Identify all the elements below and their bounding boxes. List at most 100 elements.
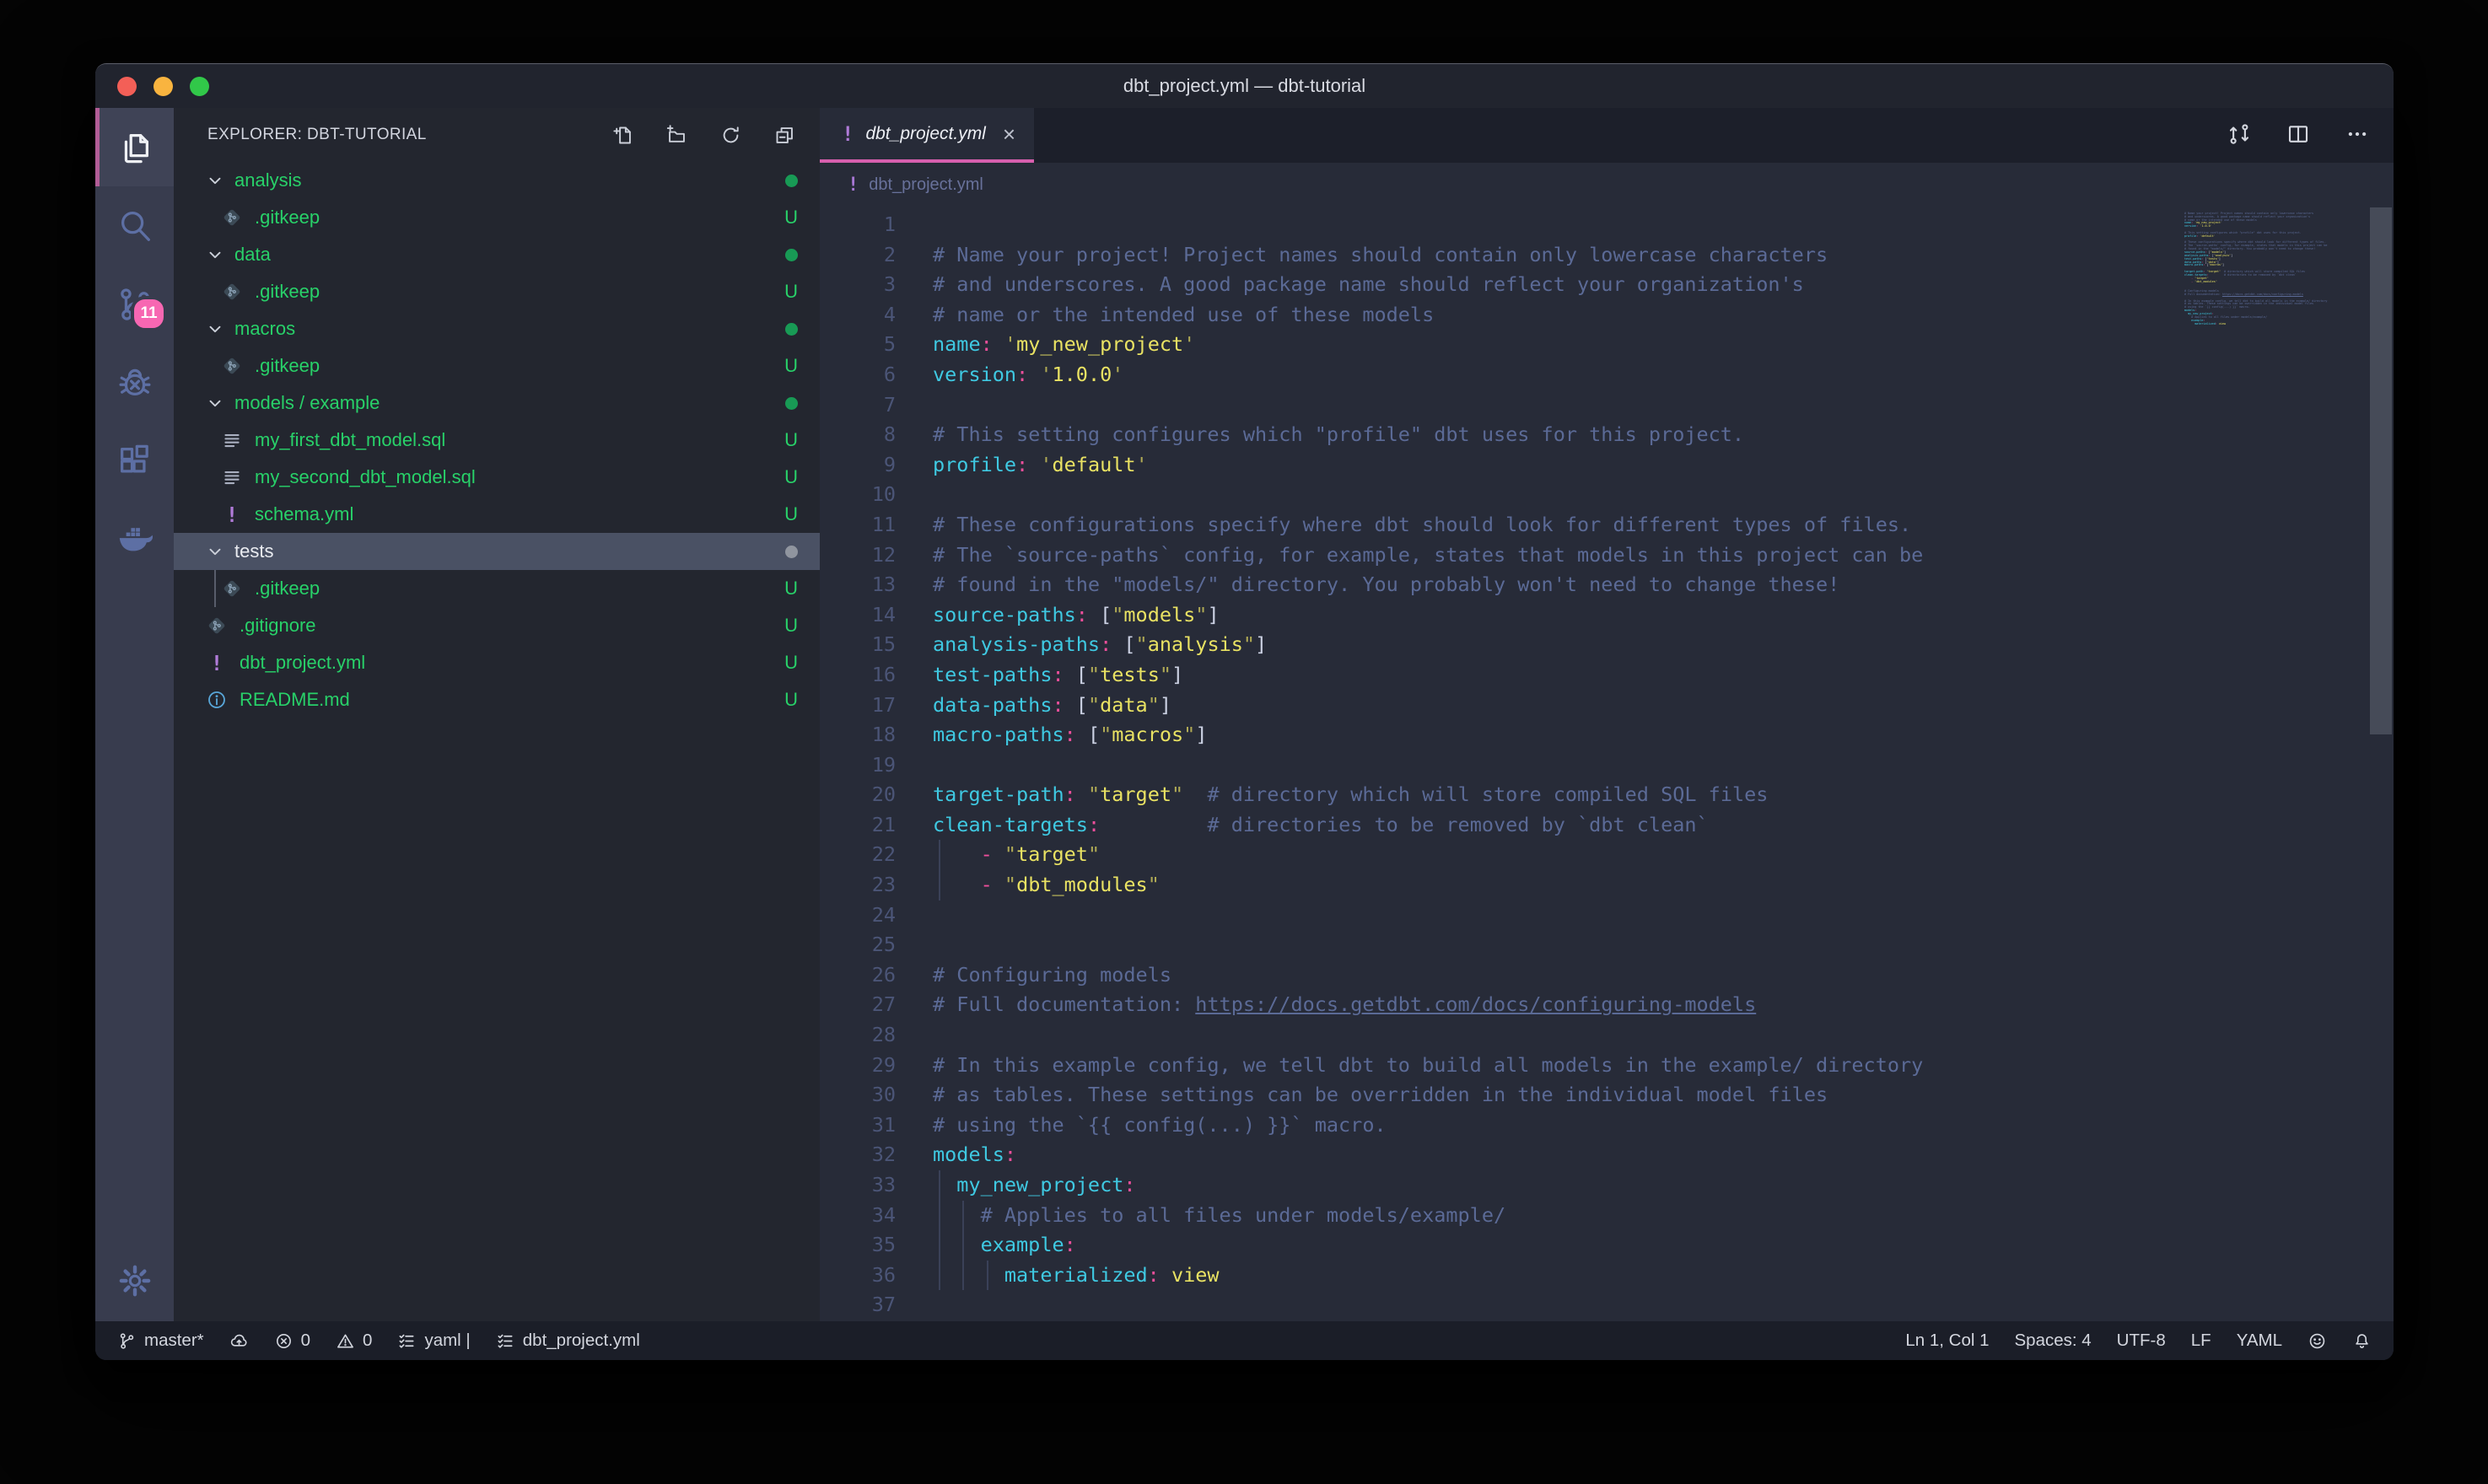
explorer-header: EXPLORER: DBT-TUTORIAL (174, 108, 820, 162)
code-line (933, 1020, 2394, 1051)
refresh-button[interactable] (719, 124, 742, 147)
status-yaml-schema[interactable]: yaml | (397, 1331, 470, 1351)
status-encoding[interactable]: UTF-8 (2117, 1331, 2166, 1351)
status-git-branch-status[interactable]: master* (117, 1331, 204, 1351)
activity-item-explorer[interactable] (95, 108, 174, 186)
close-window-button[interactable] (117, 77, 137, 96)
line-number: 2 (820, 240, 933, 271)
code-line: name: 'my_new_project' (933, 330, 2394, 360)
status-warnings[interactable]: 0 (336, 1331, 372, 1351)
tree-file--gitkeep[interactable]: .gitkeepU (174, 570, 820, 607)
untracked-badge: U (784, 355, 798, 377)
line-number: 15 (820, 630, 933, 660)
untracked-badge: U (784, 578, 798, 600)
new-folder-button[interactable] (665, 124, 688, 147)
status-indentation[interactable]: Spaces: 4 (2015, 1331, 2092, 1351)
line-number: 35 (820, 1230, 933, 1261)
status-label: 0 (301, 1331, 310, 1351)
code-content[interactable]: # Name your project! Project names shoul… (933, 207, 2394, 1321)
activity-item-docker[interactable] (95, 500, 174, 578)
status-label: LF (2191, 1331, 2211, 1351)
open-changes-button[interactable] (2227, 121, 2252, 147)
status-yaml-file[interactable]: dbt_project.yml (496, 1331, 640, 1351)
activity-item-debug[interactable] (95, 343, 174, 422)
code-line (933, 390, 2394, 421)
line-number: 5 (820, 330, 933, 360)
tree-item-label: schema.yml (255, 503, 353, 525)
zoom-window-button[interactable] (190, 77, 209, 96)
tree-file--gitkeep[interactable]: .gitkeepU (174, 347, 820, 384)
title-bar[interactable]: dbt_project.yml — dbt-tutorial (95, 64, 2394, 108)
file-tree: analysis.gitkeepUdata.gitkeepUmacros.git… (174, 162, 820, 1321)
more-icon (2345, 121, 2370, 147)
line-number: 10 (820, 480, 933, 510)
tree-item-label: README.md (240, 689, 350, 711)
status-errors[interactable]: 0 (274, 1331, 310, 1351)
line-number: 37 (820, 1290, 933, 1320)
status-notifications[interactable] (2352, 1331, 2372, 1351)
line-number: 19 (820, 750, 933, 781)
refresh-icon (719, 124, 742, 147)
tree-item-label: tests (234, 540, 273, 562)
line-number: 23 (820, 870, 933, 901)
vertical-scrollbar-thumb[interactable] (2370, 207, 2392, 734)
activity-item-search[interactable] (95, 186, 174, 265)
status-sync-status[interactable] (229, 1331, 249, 1351)
tree-file-schema-yml[interactable]: !schema.ymlU (174, 496, 820, 533)
split-editor-button[interactable] (2286, 121, 2311, 147)
tree-folder-macros[interactable]: macros (174, 310, 820, 347)
settings-gear-button[interactable] (95, 1262, 174, 1299)
tree-item-label: dbt_project.yml (240, 652, 365, 674)
checklist-icon (496, 1331, 515, 1351)
code-editor[interactable]: 1234567891011121314151617181920212223242… (820, 207, 2394, 1321)
code-line: example: (933, 1230, 2394, 1261)
activity-item-source-control[interactable]: 11 (95, 265, 174, 343)
close-tab-icon[interactable]: × (1003, 123, 1015, 145)
open-changes-icon (2227, 121, 2252, 147)
line-number: 4 (820, 300, 933, 331)
new-file-button[interactable] (611, 124, 634, 147)
minimap[interactable]: # Name your project! Project names shoul… (2184, 209, 2335, 329)
breadcrumb[interactable]: ! dbt_project.yml (820, 163, 2394, 207)
tree-folder-data[interactable]: data (174, 236, 820, 273)
modified-dot-badge (785, 546, 798, 558)
line-number: 6 (820, 360, 933, 390)
tree-folder-analysis[interactable]: analysis (174, 162, 820, 199)
tree-item-label: .gitignore (240, 615, 316, 637)
code-line: # These configurations specify where dbt… (933, 510, 2394, 540)
tree-file--gitkeep[interactable]: .gitkeepU (174, 199, 820, 236)
line-number: 31 (820, 1110, 933, 1141)
status-eol[interactable]: LF (2191, 1331, 2211, 1351)
tree-folder-tests[interactable]: tests (174, 533, 820, 570)
collapse-all-button[interactable] (773, 124, 796, 147)
code-line: # name or the intended use of these mode… (933, 300, 2394, 331)
untracked-badge: U (784, 281, 798, 303)
chevron-down-icon (206, 320, 224, 338)
tree-file-my-first-dbt-model-sql[interactable]: my_first_dbt_model.sqlU (174, 422, 820, 459)
more-actions-button[interactable] (2345, 121, 2370, 147)
tree-file-readme-md[interactable]: README.mdU (174, 681, 820, 718)
tree-folder-models-example[interactable]: models / example (174, 384, 820, 422)
tree-file--gitignore[interactable]: .gitignore U (174, 607, 820, 644)
status-cursor-position[interactable]: Ln 1, Col 1 (1905, 1331, 1989, 1351)
status-feedback[interactable] (2308, 1331, 2327, 1351)
tree-file--gitkeep[interactable]: .gitkeep U (174, 273, 820, 310)
tab-dbt-project-yml[interactable]: ! dbt_project.yml × (820, 108, 1034, 163)
tree-file-dbt-project-yml[interactable]: !dbt_project.ymlU (174, 644, 820, 681)
untracked-badge: U (784, 615, 798, 637)
git-file-icon (221, 578, 243, 600)
breadcrumb-file[interactable]: dbt_project.yml (869, 175, 983, 195)
activity-item-extensions[interactable] (95, 422, 174, 500)
line-number: 24 (820, 901, 933, 931)
minimize-window-button[interactable] (153, 77, 173, 96)
code-line: # Applies to all files under models/exam… (933, 1201, 2394, 1231)
line-number-gutter: 1234567891011121314151617181920212223242… (820, 207, 933, 1321)
tree-file-my-second-dbt-model-sql[interactable]: my_second_dbt_model.sqlU (174, 459, 820, 496)
indent-guide (939, 840, 940, 870)
status-language-mode[interactable]: YAML (2237, 1331, 2282, 1351)
tree-item-label: .gitkeep (255, 281, 320, 303)
bell-icon (2352, 1331, 2372, 1351)
line-number: 9 (820, 450, 933, 481)
line-number: 30 (820, 1080, 933, 1110)
line-number: 36 (820, 1261, 933, 1291)
